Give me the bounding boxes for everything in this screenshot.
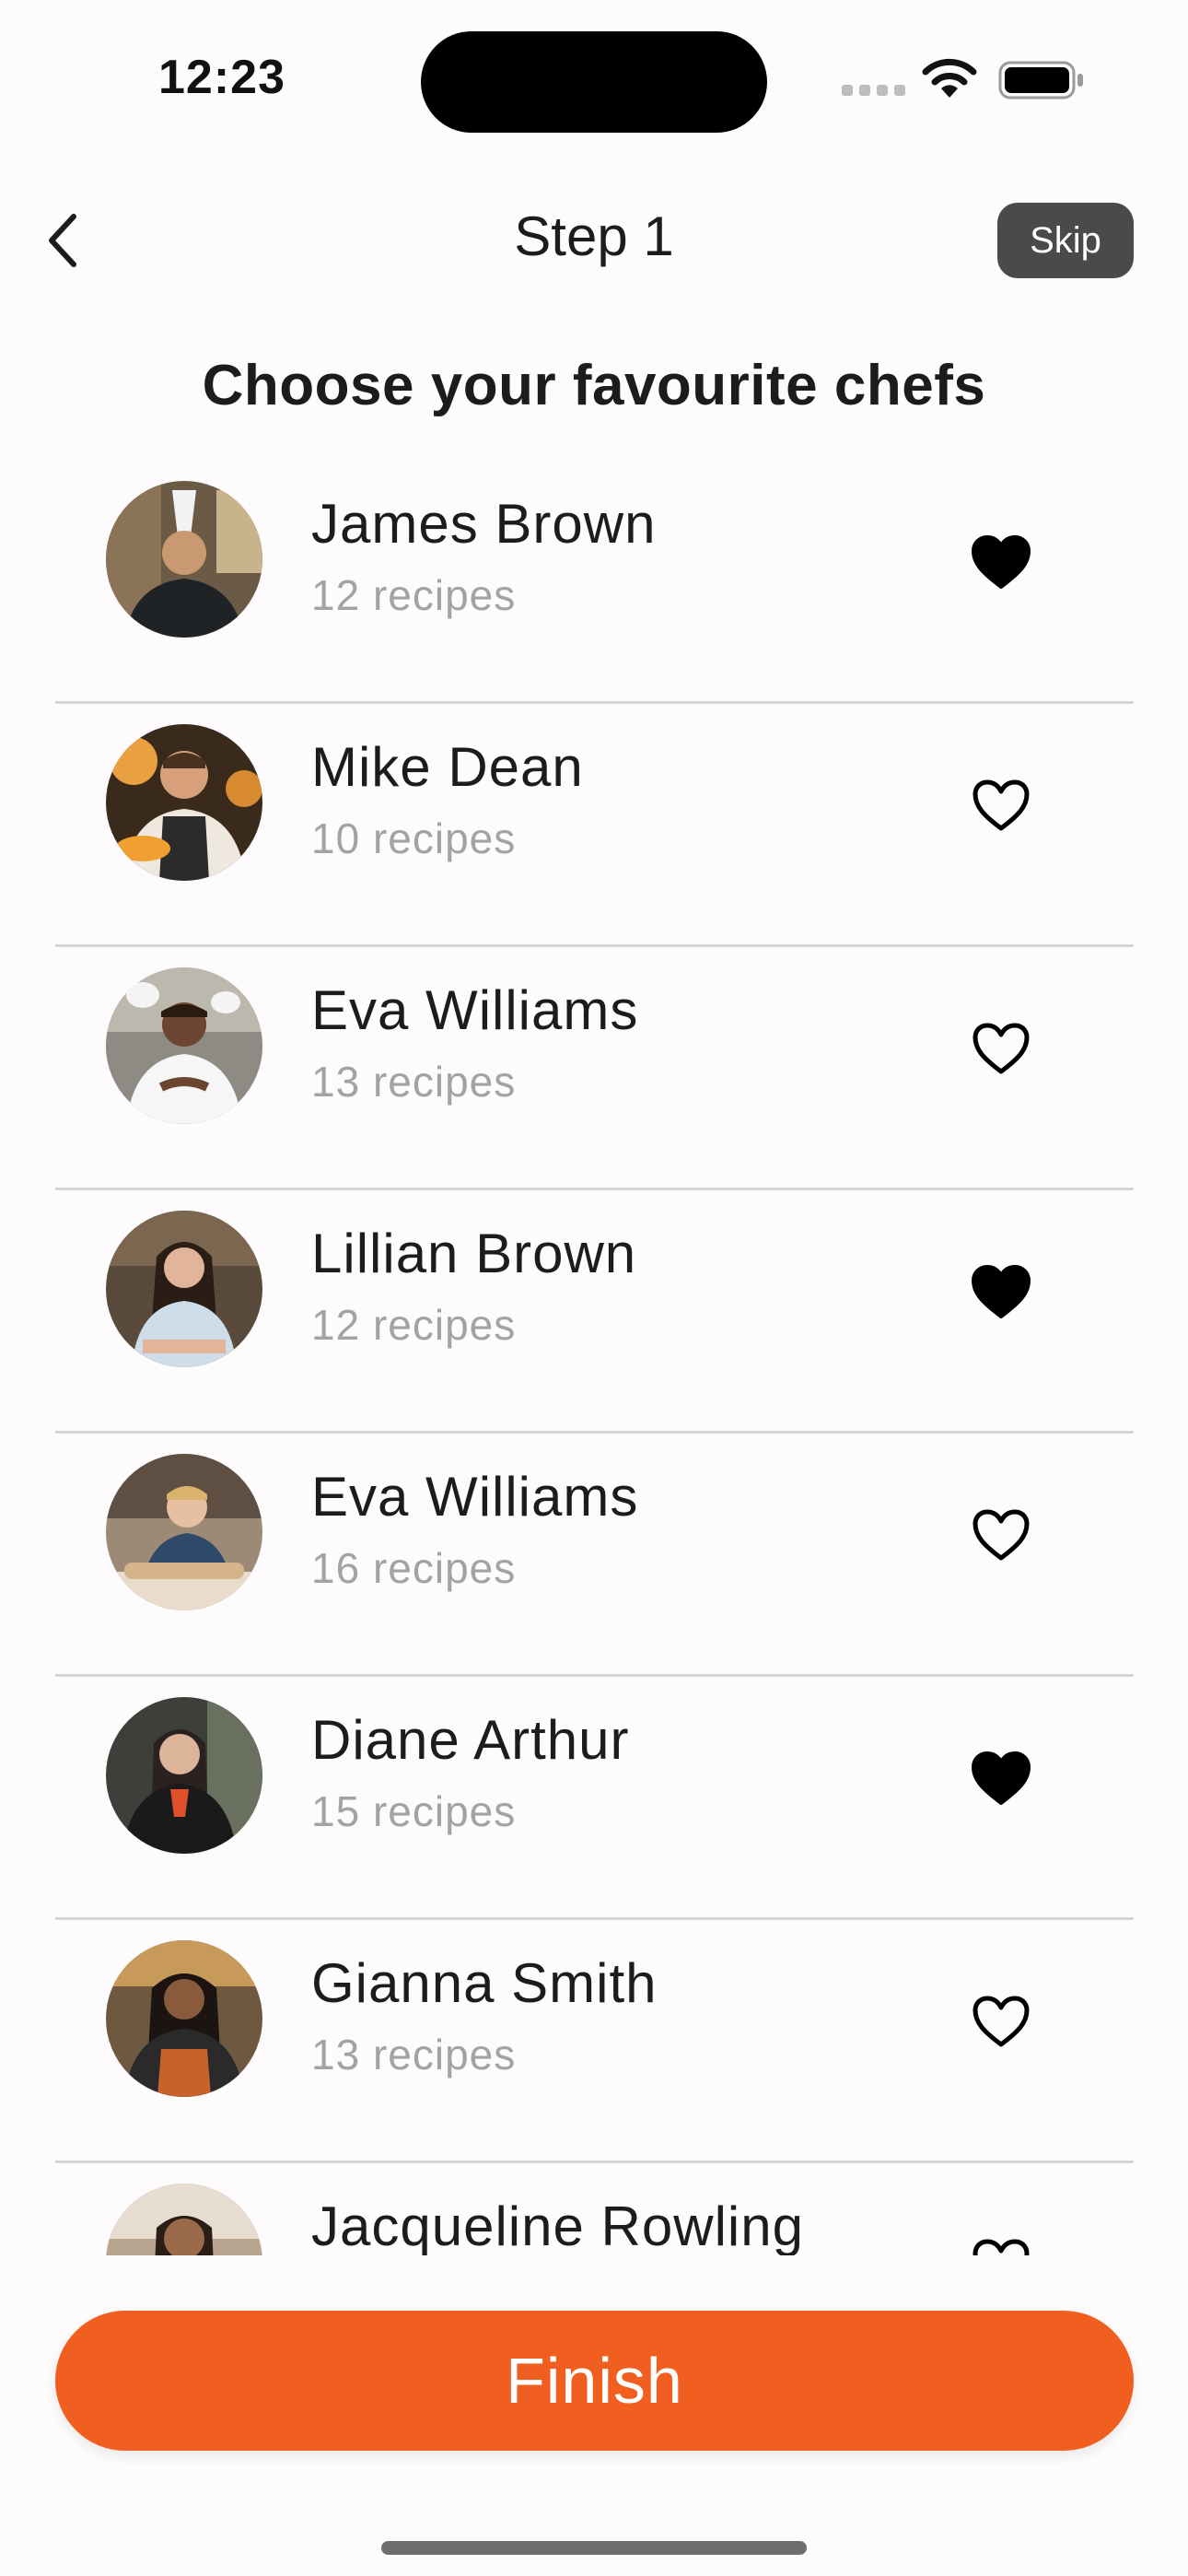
heart-filled-icon — [972, 1751, 1031, 1805]
screen: 12:23 Step 1 Skip Choose your favourite … — [0, 0, 1188, 2576]
heart-filled-icon — [972, 535, 1031, 589]
chef-recipe-count: 12 recipes — [311, 1301, 517, 1349]
battery-icon — [998, 61, 1083, 100]
chef-avatar — [106, 1940, 262, 2097]
chef-avatar — [106, 1211, 262, 1367]
dynamic-island — [421, 31, 767, 133]
heart-outline-icon — [973, 779, 1030, 831]
chef-name: Diane Arthur — [311, 1709, 630, 1771]
finish-button[interactable]: Finish — [55, 2311, 1134, 2451]
chef-recipe-count: 10 recipes — [311, 814, 517, 862]
chef-avatar — [106, 2184, 262, 2255]
chef-row[interactable]: Diane Arthur 15 recipes — [55, 1677, 1134, 1920]
home-indicator[interactable] — [381, 2541, 807, 2555]
chef-row[interactable]: Eva Williams 13 recipes — [55, 947, 1134, 1190]
chef-avatar — [106, 1454, 262, 1610]
skip-button[interactable]: Skip — [997, 203, 1134, 278]
chef-recipe-count: 13 recipes — [311, 2031, 517, 2078]
chef-name: James Brown — [311, 493, 657, 555]
chef-avatar — [106, 1697, 262, 1854]
chef-avatar — [106, 724, 262, 881]
chef-recipe-count: 15 recipes — [311, 1787, 517, 1835]
heart-outline-icon — [973, 1023, 1030, 1074]
favourite-toggle[interactable] — [964, 1989, 1038, 2054]
status-time: 12:23 — [158, 51, 285, 104]
favourite-toggle[interactable] — [964, 1259, 1038, 1324]
chef-row[interactable]: Lillian Brown 12 recipes — [55, 1190, 1134, 1434]
section-heading: Choose your favourite chefs — [202, 354, 986, 417]
heart-outline-icon — [973, 1996, 1030, 2047]
favourite-toggle[interactable] — [964, 2232, 1038, 2255]
wifi-icon — [922, 58, 977, 98]
chef-avatar — [106, 481, 262, 638]
chef-name: Eva Williams — [311, 979, 639, 1041]
chef-name: Eva Williams — [311, 1466, 639, 1528]
chef-avatar — [106, 967, 262, 1124]
favourite-toggle[interactable] — [964, 530, 1038, 594]
favourite-toggle[interactable] — [964, 1746, 1038, 1810]
chef-row[interactable]: Gianna Smith 13 recipes — [55, 1920, 1134, 2163]
heart-outline-icon — [973, 1509, 1030, 1561]
chef-recipe-count: 16 recipes — [311, 1544, 517, 1592]
chef-name: Lillian Brown — [311, 1223, 637, 1284]
chef-recipe-count: 12 recipes — [311, 571, 517, 619]
favourite-toggle[interactable] — [964, 773, 1038, 837]
chef-row[interactable]: Jacqueline Rowling — [55, 2163, 1134, 2255]
chef-name: Gianna Smith — [311, 1952, 658, 2014]
heart-filled-icon — [972, 1265, 1031, 1318]
chef-recipe-count: 13 recipes — [311, 1058, 517, 1106]
chef-name: Mike Dean — [311, 736, 584, 798]
cellular-signal-icon — [842, 85, 906, 96]
favourite-toggle[interactable] — [964, 1503, 1038, 1567]
chef-name: Jacqueline Rowling — [311, 2195, 804, 2255]
favourite-toggle[interactable] — [964, 1016, 1038, 1081]
heart-outline-icon — [973, 2239, 1030, 2255]
chef-row[interactable]: Eva Williams 16 recipes — [55, 1434, 1134, 1677]
chef-row[interactable]: Mike Dean 10 recipes — [55, 704, 1134, 947]
chef-row[interactable]: James Brown 12 recipes — [55, 461, 1134, 704]
chef-list[interactable]: James Brown 12 recipes Mike Dean 10 reci… — [0, 461, 1188, 2255]
